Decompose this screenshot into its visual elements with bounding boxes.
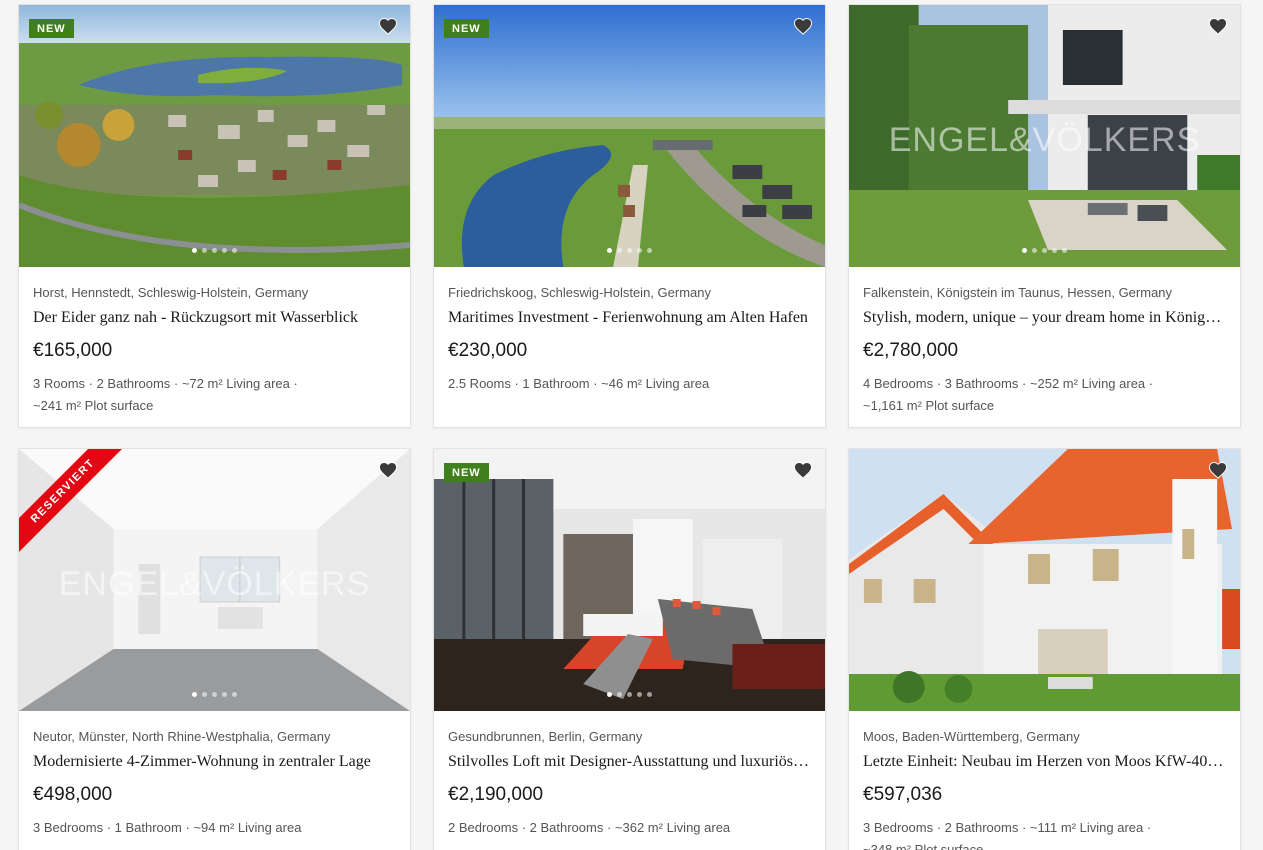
new-badge: NEW — [444, 463, 489, 482]
heart-icon[interactable] — [793, 17, 813, 35]
listing-location: Moos, Baden-Württemberg, Germany — [863, 729, 1080, 744]
facts-line: 2 Bedrooms · 2 Bathrooms · ~362 m² Livin… — [448, 820, 731, 835]
listing-location: Gesundbrunnen, Berlin, Germany — [448, 729, 643, 744]
listing-price: €2,190,000 — [448, 784, 544, 805]
new-build-house-image — [849, 449, 1240, 711]
listing-price: €165,000 — [33, 340, 113, 361]
carousel-dot[interactable] — [627, 248, 632, 253]
heart-icon[interactable] — [378, 17, 398, 35]
listing-price: €230,000 — [448, 340, 528, 361]
loft-interior-image — [434, 449, 825, 711]
carousel-dot[interactable] — [1022, 248, 1027, 253]
listing-facts: 3 Bedrooms · 1 Bathroom · ~94 m² Living … — [33, 817, 396, 849]
new-badge: NEW — [29, 19, 74, 38]
listing-photo[interactable]: ENGEL&VÖLKERS — [849, 5, 1240, 267]
facts-line: 3 Bedrooms · 1 Bathroom · ~94 m² Living … — [33, 820, 302, 835]
listing-facts: 2.5 Rooms · 1 Bathroom · ~46 m² Living a… — [448, 373, 811, 405]
listing-title[interactable]: Stylish, modern, unique – your dream hom… — [863, 308, 1226, 328]
carousel-dot[interactable] — [222, 248, 227, 253]
listing-card[interactable]: ENGEL&VÖLKERS Falkenstein, Königstein im… — [848, 4, 1241, 428]
listing-location: Falkenstein, Königstein im Taunus, Hesse… — [863, 285, 1173, 300]
listing-location: Friedrichskoog, Schleswig-Holstein, Germ… — [448, 285, 711, 300]
harbor-aerial-image — [434, 5, 825, 267]
carousel-dot[interactable] — [627, 692, 632, 697]
listing-facts: 4 Bedrooms · 3 Bathrooms · ~252 m² Livin… — [863, 373, 1226, 427]
new-badge: NEW — [444, 19, 489, 38]
carousel-dot[interactable] — [607, 692, 612, 697]
carousel-dots[interactable] — [434, 692, 825, 697]
carousel-dot[interactable] — [222, 692, 227, 697]
carousel-dot[interactable] — [202, 248, 207, 253]
facts-line: ~241 m² Plot surface — [33, 398, 154, 413]
listing-card[interactable]: NEW Horst, Hennstedt, Schleswig-Holstein… — [18, 4, 411, 428]
carousel-dots[interactable] — [434, 248, 825, 253]
carousel-dot[interactable] — [637, 692, 642, 697]
listing-location: Horst, Hennstedt, Schleswig-Holstein, Ge… — [33, 285, 309, 300]
reserved-ribbon: RESERVIERT — [19, 449, 129, 559]
carousel-dot[interactable] — [617, 692, 622, 697]
listing-photo[interactable]: NEW — [434, 449, 825, 711]
listing-facts: 2 Bedrooms · 2 Bathrooms · ~362 m² Livin… — [448, 817, 811, 849]
listing-card[interactable]: NEW Friedrichskoog, Schleswig-Holstein, … — [433, 4, 826, 428]
listing-photo[interactable]: ENGEL&VÖLKERS RESERVIERT — [19, 449, 410, 711]
listing-price: €597,036 — [863, 784, 943, 805]
heart-icon[interactable] — [1208, 17, 1228, 35]
listing-title[interactable]: Modernisierte 4-Zimmer-Wohnung in zentra… — [33, 752, 396, 772]
listing-title[interactable]: Der Eider ganz nah - Rückzugsort mit Was… — [33, 308, 396, 328]
watermark-logo: ENGEL&VÖLKERS — [888, 121, 1201, 159]
carousel-dot[interactable] — [1052, 248, 1057, 253]
carousel-dots[interactable] — [19, 692, 410, 697]
carousel-dot[interactable] — [212, 692, 217, 697]
listing-title[interactable]: Maritimes Investment - Ferienwohnung am … — [448, 308, 811, 328]
listing-price: €498,000 — [33, 784, 113, 805]
carousel-dot[interactable] — [232, 692, 237, 697]
heart-icon[interactable] — [1208, 461, 1228, 479]
facts-line: 4 Bedrooms · 3 Bathrooms · ~252 m² Livin… — [863, 376, 1154, 391]
heart-icon[interactable] — [793, 461, 813, 479]
heart-icon[interactable] — [378, 461, 398, 479]
watermark-logo: ENGEL&VÖLKERS — [58, 565, 371, 603]
carousel-dots[interactable] — [19, 248, 410, 253]
carousel-dot[interactable] — [192, 692, 197, 697]
reserved-label: RESERVIERT — [19, 449, 129, 557]
listing-card[interactable]: Moos, Baden-Württemberg, Germany Letzte … — [848, 448, 1241, 850]
carousel-dot[interactable] — [202, 692, 207, 697]
carousel-dots[interactable] — [849, 248, 1240, 253]
listing-title[interactable]: Stilvolles Loft mit Designer-Ausstattung… — [448, 752, 811, 772]
listing-location: Neutor, Münster, North Rhine-Westphalia,… — [33, 729, 331, 744]
listing-photo[interactable] — [849, 449, 1240, 711]
carousel-dot[interactable] — [212, 248, 217, 253]
carousel-dot[interactable] — [1062, 248, 1067, 253]
facts-line: 3 Bedrooms · 2 Bathrooms · ~111 m² Livin… — [863, 820, 1152, 835]
facts-line: 2.5 Rooms · 1 Bathroom · ~46 m² Living a… — [448, 376, 710, 391]
facts-line: ~348 m² Plot surface — [863, 842, 984, 850]
facts-line: 3 Rooms · 2 Bathrooms · ~72 m² Living ar… — [33, 376, 298, 391]
carousel-dot[interactable] — [647, 692, 652, 697]
carousel-dot[interactable] — [192, 248, 197, 253]
carousel-dot[interactable] — [617, 248, 622, 253]
listing-title[interactable]: Letzte Einheit: Neubau im Herzen von Moo… — [863, 752, 1226, 772]
carousel-dot[interactable] — [637, 248, 642, 253]
carousel-dot[interactable] — [1032, 248, 1037, 253]
listing-facts: 3 Rooms · 2 Bathrooms · ~72 m² Living ar… — [33, 373, 396, 427]
listing-card[interactable]: NEW Gesundbrunnen, Berlin, Germany Stilv… — [433, 448, 826, 850]
carousel-dot[interactable] — [1042, 248, 1047, 253]
facts-line: ~1,161 m² Plot surface — [863, 398, 995, 413]
listing-photo[interactable]: NEW — [19, 5, 410, 267]
listing-card[interactable]: ENGEL&VÖLKERS RESERVIERT Neutor, Münster… — [18, 448, 411, 850]
listing-price: €2,780,000 — [863, 340, 959, 361]
listing-facts: 3 Bedrooms · 2 Bathrooms · ~111 m² Livin… — [863, 817, 1226, 850]
carousel-dot[interactable] — [647, 248, 652, 253]
carousel-dot[interactable] — [607, 248, 612, 253]
lake-aerial-image — [19, 5, 410, 267]
listing-photo[interactable]: NEW — [434, 5, 825, 267]
carousel-dot[interactable] — [232, 248, 237, 253]
